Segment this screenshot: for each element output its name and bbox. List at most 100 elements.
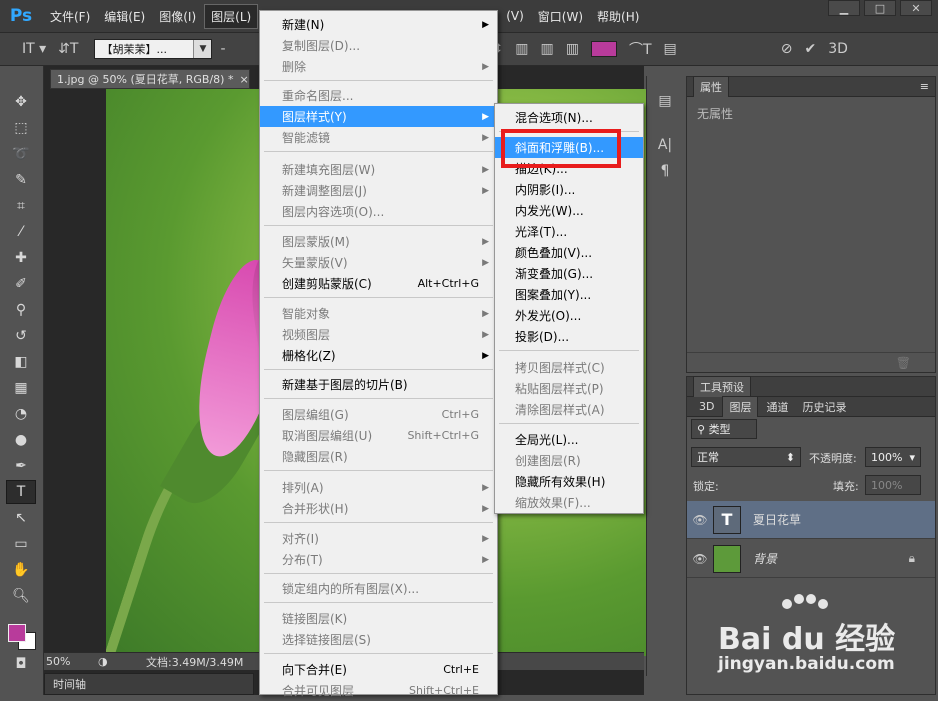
toggle-text-orientation-icon[interactable]: ⇵T	[58, 41, 78, 57]
tool-presets-tab[interactable]: 工具预设	[693, 376, 751, 397]
panel-menu-icon[interactable]: ≡	[920, 80, 929, 93]
layer-style-menu-item[interactable]: 全局光(L)...	[495, 429, 643, 450]
layer-style-menu-item[interactable]: 隐藏所有效果(H)	[495, 471, 643, 492]
layer-menu-item[interactable]: 取消图层编组(U) Shift+Ctrl+G	[260, 425, 497, 446]
lasso-tool-icon[interactable]: ➰	[6, 142, 36, 166]
quick-mask-icon[interactable]: ◘	[6, 652, 36, 676]
status-menu-icon[interactable]: ◑	[98, 655, 118, 668]
stamp-tool-icon[interactable]: ⚲	[6, 298, 36, 322]
layer-row-text[interactable]: 👁︎ T 夏日花草	[687, 501, 935, 539]
quick-select-tool-icon[interactable]: ✎	[6, 168, 36, 192]
path-select-tool-icon[interactable]: ↖	[6, 506, 36, 530]
layer-menu-item[interactable]: 删除 ▶	[260, 56, 497, 77]
layer-style-menu-item[interactable]: 外发光(O)...	[495, 305, 643, 326]
menu-edit[interactable]: 编辑(E)	[98, 5, 151, 28]
menu-layer[interactable]: 图层(L)	[204, 3, 259, 29]
layer-style-menu-item[interactable]: 创建图层(R)	[495, 450, 643, 471]
layer-name[interactable]: 背景	[753, 550, 777, 567]
tab-layers[interactable]: 图层	[722, 396, 759, 417]
layer-menu-item[interactable]: 选择链接图层(S)	[260, 629, 497, 650]
align-center-icon[interactable]: ▥	[541, 41, 554, 57]
minimize-button[interactable]: ▁	[828, 0, 860, 16]
layer-menu-item[interactable]: 栅格化(Z) ▶	[260, 345, 497, 366]
close-tab-icon[interactable]: ×	[239, 73, 248, 86]
visibility-eye-icon[interactable]: 👁︎	[687, 513, 713, 527]
layer-menu-item[interactable]: 图层编组(G) Ctrl+G	[260, 404, 497, 425]
align-right-icon[interactable]: ▥	[566, 41, 579, 57]
eyedropper-tool-icon[interactable]: ⁄	[6, 220, 36, 244]
layer-menu-item[interactable]: 视频图层 ▶	[260, 324, 497, 345]
move-tool-icon[interactable]: ✥	[6, 90, 36, 114]
layer-menu-item[interactable]: 图层内容选项(O)...	[260, 201, 497, 222]
timeline-panel-tab[interactable]: 时间轴	[44, 673, 254, 695]
layer-menu-item[interactable]: 合并可见图层 Shift+Ctrl+E	[260, 680, 497, 701]
layer-style-menu-item[interactable]: 粘贴图层样式(P)	[495, 378, 643, 399]
layer-menu-item[interactable]: 智能滤镜 ▶	[260, 127, 497, 148]
maximize-button[interactable]: □	[864, 0, 896, 16]
layer-name[interactable]: 夏日花草	[753, 511, 801, 528]
fill-input[interactable]: 100%	[865, 475, 921, 495]
close-button[interactable]: ✕	[900, 0, 932, 16]
zoom-level[interactable]: 50%	[46, 655, 98, 668]
document-tab[interactable]: 1.jpg @ 50% (夏日花草, RGB/8) * ×	[50, 69, 250, 89]
tab-3d[interactable]: 3D	[693, 398, 720, 415]
layer-style-menu-item[interactable]: 投影(D)...	[495, 326, 643, 347]
history-brush-tool-icon[interactable]: ↺	[6, 324, 36, 348]
tab-history[interactable]: 历史记录	[796, 397, 852, 417]
foreground-color-swatch[interactable]	[8, 624, 26, 642]
adjustments-icon[interactable]: ▤	[652, 90, 678, 112]
layer-menu-item[interactable]: 新建调整图层(J) ▶	[260, 180, 497, 201]
layer-style-menu-item[interactable]: 拷贝图层样式(C)	[495, 357, 643, 378]
layer-filter-select[interactable]: ⚲ 类型	[691, 419, 757, 439]
layer-menu-item[interactable]: 矢量蒙版(V) ▶	[260, 252, 497, 273]
layer-menu-item[interactable]: 链接图层(K)	[260, 608, 497, 629]
menu-window[interactable]: 窗口(W)	[532, 5, 589, 28]
tab-channels[interactable]: 通道	[760, 397, 794, 417]
layer-menu-item[interactable]: 重命名图层...	[260, 85, 497, 106]
layer-menu-item[interactable]: 智能对象 ▶	[260, 303, 497, 324]
layer-menu-item[interactable]: 图层蒙版(M) ▶	[260, 231, 497, 252]
trash-icon[interactable]: 🗑︎	[896, 356, 911, 370]
text-color-swatch[interactable]	[590, 41, 617, 57]
paragraph-icon[interactable]: ¶	[652, 160, 678, 182]
cancel-icon[interactable]: ⊘	[781, 41, 793, 57]
font-style-select[interactable]: -	[220, 41, 225, 57]
type-tool-preset-icon[interactable]: IT ▾	[22, 41, 46, 57]
layer-style-menu-item[interactable]: 渐变叠加(G)...	[495, 263, 643, 284]
gradient-tool-icon[interactable]: ▦	[6, 376, 36, 400]
brush-tool-icon[interactable]: ✐	[6, 272, 36, 296]
layer-style-menu-item[interactable]: 光泽(T)...	[495, 221, 643, 242]
eraser-tool-icon[interactable]: ◧	[6, 350, 36, 374]
layer-menu-item[interactable]: 新建基于图层的切片(B)	[260, 374, 497, 395]
layer-style-menu-item[interactable]: 缩放效果(F)...	[495, 492, 643, 513]
rectangle-tool-icon[interactable]: ▭	[6, 532, 36, 556]
character-icon[interactable]: A|	[652, 134, 678, 156]
font-family-select[interactable]: 【胡茉茉】... ▼	[94, 39, 213, 59]
commit-check-icon[interactable]: ✔	[805, 41, 817, 57]
layer-style-menu-item[interactable]: 清除图层样式(A)	[495, 399, 643, 420]
character-panel-icon[interactable]: ▤	[664, 41, 677, 57]
layer-menu-item[interactable]: 复制图层(D)...	[260, 35, 497, 56]
layer-row-background[interactable]: 👁︎ 背景 🔒︎	[687, 540, 935, 578]
layer-menu-item[interactable]: 向下合并(E) Ctrl+E	[260, 659, 497, 680]
healing-brush-tool-icon[interactable]: ✚	[6, 246, 36, 270]
visibility-eye-icon[interactable]: 👁︎	[687, 552, 713, 566]
layer-style-menu-item[interactable]: 内发光(W)...	[495, 200, 643, 221]
layer-menu-item[interactable]: 新建(N) ▶	[260, 14, 497, 35]
layer-style-menu-item[interactable]: 颜色叠加(V)...	[495, 242, 643, 263]
warp-text-icon[interactable]: ⌒T	[629, 39, 652, 59]
properties-tab[interactable]: 属性	[693, 76, 729, 97]
layer-style-menu-item[interactable]: 混合选项(N)...	[495, 107, 643, 128]
3d-icon[interactable]: 3D	[828, 41, 848, 57]
menu-view[interactable]: (V)	[500, 6, 530, 26]
layer-menu-item[interactable]: 对齐(I) ▶	[260, 528, 497, 549]
layer-style-menu-item[interactable]: 内阴影(I)...	[495, 179, 643, 200]
layer-menu-item[interactable]: 合并形状(H) ▶	[260, 498, 497, 519]
menu-help[interactable]: 帮助(H)	[591, 5, 645, 28]
layer-menu-item[interactable]: 新建填充图层(W) ▶	[260, 159, 497, 180]
blur-tool-icon[interactable]: ◔	[6, 402, 36, 426]
layer-menu-item[interactable]: 创建剪贴蒙版(C) Alt+Ctrl+G	[260, 273, 497, 294]
blend-mode-select[interactable]: 正常 ⬍	[691, 447, 801, 467]
layer-menu-item[interactable]: 锁定组内的所有图层(X)...	[260, 578, 497, 599]
layer-style-menu-item[interactable]: 图案叠加(Y)...	[495, 284, 643, 305]
